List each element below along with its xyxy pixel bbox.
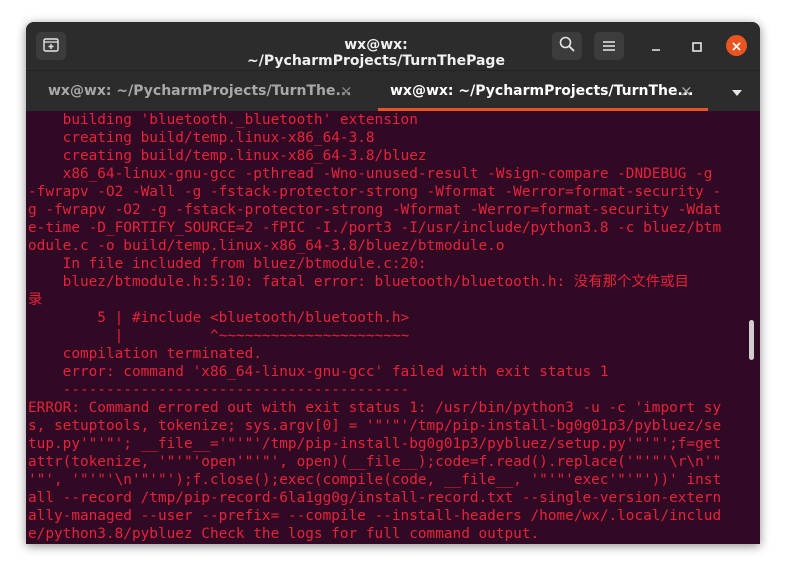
tab-close-icon[interactable]: × (680, 82, 693, 100)
header-bar: wx@wx: ~/PycharmProjects/TurnThePage (26, 22, 760, 70)
terminal-window: wx@wx: ~/PycharmProjects/TurnThePage wx@… (26, 22, 760, 544)
maximize-icon (692, 37, 702, 56)
terminal-line: x86_64-linux-gnu-gcc -pthread -Wno-unuse… (28, 166, 713, 182)
close-button[interactable] (726, 35, 747, 56)
terminal-line: compilation terminated. (28, 346, 262, 362)
scrollbar-thumb[interactable] (749, 320, 754, 360)
terminal-text: building 'bluetooth._bluetooth' extensio… (28, 111, 721, 543)
window-title: wx@wx: ~/PycharmProjects/TurnThePage (247, 37, 505, 69)
terminal-line: tup.py'"'"'; __file__='"'"'/tmp/pip-inst… (28, 436, 722, 452)
terminal-line: s, setuptools, tokenize; sys.argv[0] = '… (28, 418, 722, 434)
tab-close-icon[interactable]: × (340, 82, 353, 100)
terminal-line: all --record /tmp/pip-record-6la1gg0g/in… (28, 490, 722, 506)
search-button[interactable] (552, 32, 582, 60)
terminal-line: ERROR: Command errored out with exit sta… (28, 400, 722, 416)
hamburger-menu-icon (602, 37, 616, 56)
tab-2[interactable]: wx@wx: ~/PycharmProjects/TurnThe... × (378, 71, 720, 111)
terminal-line: building 'bluetooth._bluetooth' extensio… (28, 112, 418, 128)
tab-label: wx@wx: ~/PycharmProjects/TurnThe... (390, 83, 694, 99)
menu-button[interactable] (594, 32, 624, 60)
terminal-line: e-time -D_FORTIFY_SOURCE=2 -fPIC -I./por… (28, 220, 722, 236)
terminal-line: '"', '"'"'\n'"'"');f.close();exec(compil… (28, 472, 722, 488)
chevron-down-icon (731, 82, 743, 101)
terminal-line: bluez/btmodule.h:5:10: fatal error: blue… (28, 274, 689, 290)
minimize-button[interactable] (646, 36, 666, 56)
terminal-line: In file included from bluez/btmodule.c:2… (28, 256, 427, 272)
terminal-line: odule.c -o build/temp.linux-x86_64-3.8/b… (28, 238, 505, 254)
terminal-line: ally-managed --user --prefix= --compile … (28, 508, 722, 524)
terminal-line: error: command 'x86_64-linux-gnu-gcc' fa… (28, 364, 609, 380)
terminal-line: | ^~~~~~~~~~~~~~~~~~~~~~~ (28, 328, 410, 344)
terminal-output[interactable]: building 'bluetooth._bluetooth' extensio… (26, 111, 760, 544)
minimize-icon (651, 37, 661, 56)
tab-list-button[interactable] (722, 77, 752, 105)
terminal-line: creating build/temp.linux-x86_64-3.8/blu… (28, 148, 427, 164)
tab-bar: wx@wx: ~/PycharmProjects/TurnThe... × wx… (26, 70, 760, 111)
terminal-line: 5 | #include <bluetooth/bluetooth.h> (28, 310, 410, 326)
terminal-line: 录 (28, 292, 43, 308)
tab-label: wx@wx: ~/PycharmProjects/TurnThe... (48, 83, 352, 99)
new-tab-button[interactable] (36, 32, 66, 60)
terminal-line: ---------------------------------------- (28, 382, 410, 398)
close-icon (732, 36, 741, 55)
terminal-line: creating build/temp.linux-x86_64-3.8 (28, 130, 375, 146)
terminal-line: -fwrapv -O2 -Wall -g -fstack-protector-s… (28, 184, 722, 200)
search-icon (559, 36, 575, 56)
new-tab-icon (43, 37, 59, 56)
terminal-line: e/python3.8/pybluez Check the logs for f… (28, 526, 540, 542)
terminal-line: attr(tokenize, '"'"'open'"'"', open)(__f… (28, 454, 722, 470)
terminal-line: g -fwrapv -O2 -g -fstack-protector-stron… (28, 202, 722, 218)
tab-1[interactable]: wx@wx: ~/PycharmProjects/TurnThe... × (26, 71, 368, 111)
maximize-button[interactable] (687, 36, 707, 56)
